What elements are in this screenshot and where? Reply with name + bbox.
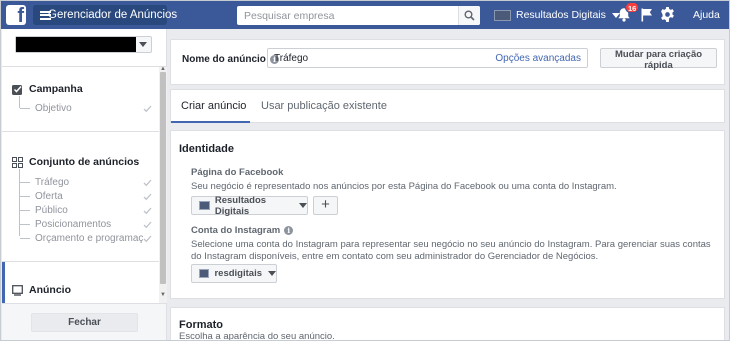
page-logo — [199, 201, 210, 210]
sidebar-step-audience[interactable]: Público — [20, 203, 152, 217]
app-title: Gerenciador de Anúncios — [48, 9, 178, 21]
step-label: Oferta — [35, 190, 63, 202]
ad-account-select[interactable] — [15, 36, 152, 53]
check-icon — [143, 221, 152, 228]
active-tab-underline — [171, 121, 250, 123]
step-label: Público — [35, 204, 68, 216]
ad-name-section: Nome do anúncio i Tráfego Opções avançad… — [170, 39, 725, 85]
sidebar-item-label: Campanha — [29, 83, 83, 95]
scroll-down-arrow-icon[interactable]: ▼ — [160, 292, 166, 298]
ads-manager-menu[interactable]: Gerenciador de Anúncios — [33, 5, 177, 25]
top-nav-bar: f Gerenciador de Anúncios Resultados Dig… — [1, 1, 729, 29]
identity-section: Identidade Página do Facebook Seu negóci… — [170, 130, 725, 299]
sidebar-step-budget[interactable]: Orçamento e programação — [20, 231, 152, 245]
step-label: Orçamento e programação — [35, 232, 143, 244]
format-help: Escolha a aparência do seu anúncio. — [179, 331, 335, 341]
instagram-account-logo — [199, 269, 210, 278]
sidebar-footer: Fechar — [2, 303, 166, 340]
search-icon — [464, 10, 475, 21]
step-label: Posicionamentos — [35, 218, 112, 230]
info-icon[interactable]: i — [284, 226, 294, 235]
sidebar-scrollbar[interactable]: ▲ ▼ — [159, 66, 167, 303]
active-indicator — [2, 262, 5, 303]
sidebar-step-objective[interactable]: Objetivo — [20, 101, 152, 115]
divider — [2, 66, 166, 67]
app-window: f Gerenciador de Anúncios Resultados Dig… — [0, 0, 730, 341]
facebook-page-help: Seu negócio é representado nos anúncios … — [191, 181, 617, 192]
tab-create-ad[interactable]: Criar anúncio — [181, 100, 246, 112]
instagram-account-select[interactable]: resdigitais — [191, 264, 277, 283]
business-search — [237, 6, 480, 25]
facebook-logo-icon[interactable]: f — [6, 5, 26, 25]
chevron-down-icon — [139, 42, 147, 47]
scrollbar-thumb[interactable] — [160, 72, 166, 284]
sidebar-item-label: Anúncio — [29, 284, 71, 296]
instagram-account-label: Conta do Instagram i — [191, 225, 294, 236]
advanced-options-link[interactable]: Opções avançadas — [495, 53, 581, 64]
instagram-account-value: resdigitais — [214, 268, 262, 279]
chevron-down-icon — [268, 271, 276, 276]
search-input[interactable] — [237, 6, 458, 25]
account-switcher[interactable]: Resultados Digitais — [494, 6, 620, 24]
format-section: Formato Escolha a aparência do seu anúnc… — [170, 307, 725, 341]
check-icon — [143, 207, 152, 214]
help-link[interactable]: Ajuda — [693, 9, 720, 21]
step-label: Objetivo — [35, 102, 72, 114]
sidebar-item-label: Conjunto de anúncios — [29, 156, 140, 168]
adset-grid-icon — [12, 156, 23, 168]
notification-count-badge: 16 — [625, 2, 640, 13]
check-icon — [143, 105, 152, 112]
account-logo — [494, 9, 511, 21]
sidebar-step-placements[interactable]: Posicionamentos — [20, 217, 152, 231]
sidebar-step-traffic[interactable]: Tráfego — [20, 175, 152, 189]
sidebar-item-campaign[interactable]: Campanha — [12, 83, 83, 95]
facebook-page-value: Resultados Digitais — [214, 194, 267, 217]
check-icon — [143, 235, 152, 242]
account-name: Resultados Digitais — [516, 9, 606, 21]
step-label: Tráfego — [35, 176, 70, 188]
sidebar-item-adset[interactable]: Conjunto de anúncios — [12, 156, 139, 168]
redacted-account-name — [16, 37, 136, 52]
settings-gear-icon[interactable] — [660, 7, 675, 22]
ad-name-value: Tráfego — [274, 52, 309, 64]
plus-icon: + — [321, 196, 330, 213]
tab-use-existing-post[interactable]: Usar publicação existente — [261, 100, 387, 112]
switch-quick-creation-button[interactable]: Mudar para criação rápida — [600, 48, 717, 71]
sidebar-item-ad-header: Anúncio — [12, 284, 71, 296]
sidebar-item-ad[interactable]: Anúncio — [2, 262, 159, 303]
search-button[interactable] — [458, 6, 480, 25]
identity-title: Identidade — [179, 143, 235, 155]
check-icon — [143, 193, 152, 200]
format-title: Formato — [179, 319, 223, 331]
facebook-page-label: Página do Facebook — [191, 167, 284, 178]
sidebar: Campanha Objetivo Conjunto de anúncios T… — [2, 29, 167, 340]
facebook-page-select[interactable]: Resultados Digitais — [191, 194, 308, 217]
ad-creation-tabs: Criar anúncio Usar publicação existente — [170, 89, 725, 123]
ad-monitor-icon — [12, 284, 23, 296]
check-icon — [143, 179, 152, 186]
instagram-help: Selecione uma conta do Instagram para re… — [191, 239, 711, 262]
divider — [2, 131, 159, 132]
ad-name-label: Nome do anúncio i — [182, 54, 279, 65]
add-page-button[interactable]: + — [313, 196, 338, 215]
chevron-down-icon — [299, 203, 307, 208]
campaign-checkbox-icon — [12, 84, 22, 95]
close-button[interactable]: Fechar — [31, 313, 138, 332]
ad-name-input[interactable]: Tráfego Opções avançadas — [267, 48, 588, 68]
flag-icon[interactable] — [641, 8, 653, 22]
sidebar-step-offer[interactable]: Oferta — [20, 189, 152, 203]
